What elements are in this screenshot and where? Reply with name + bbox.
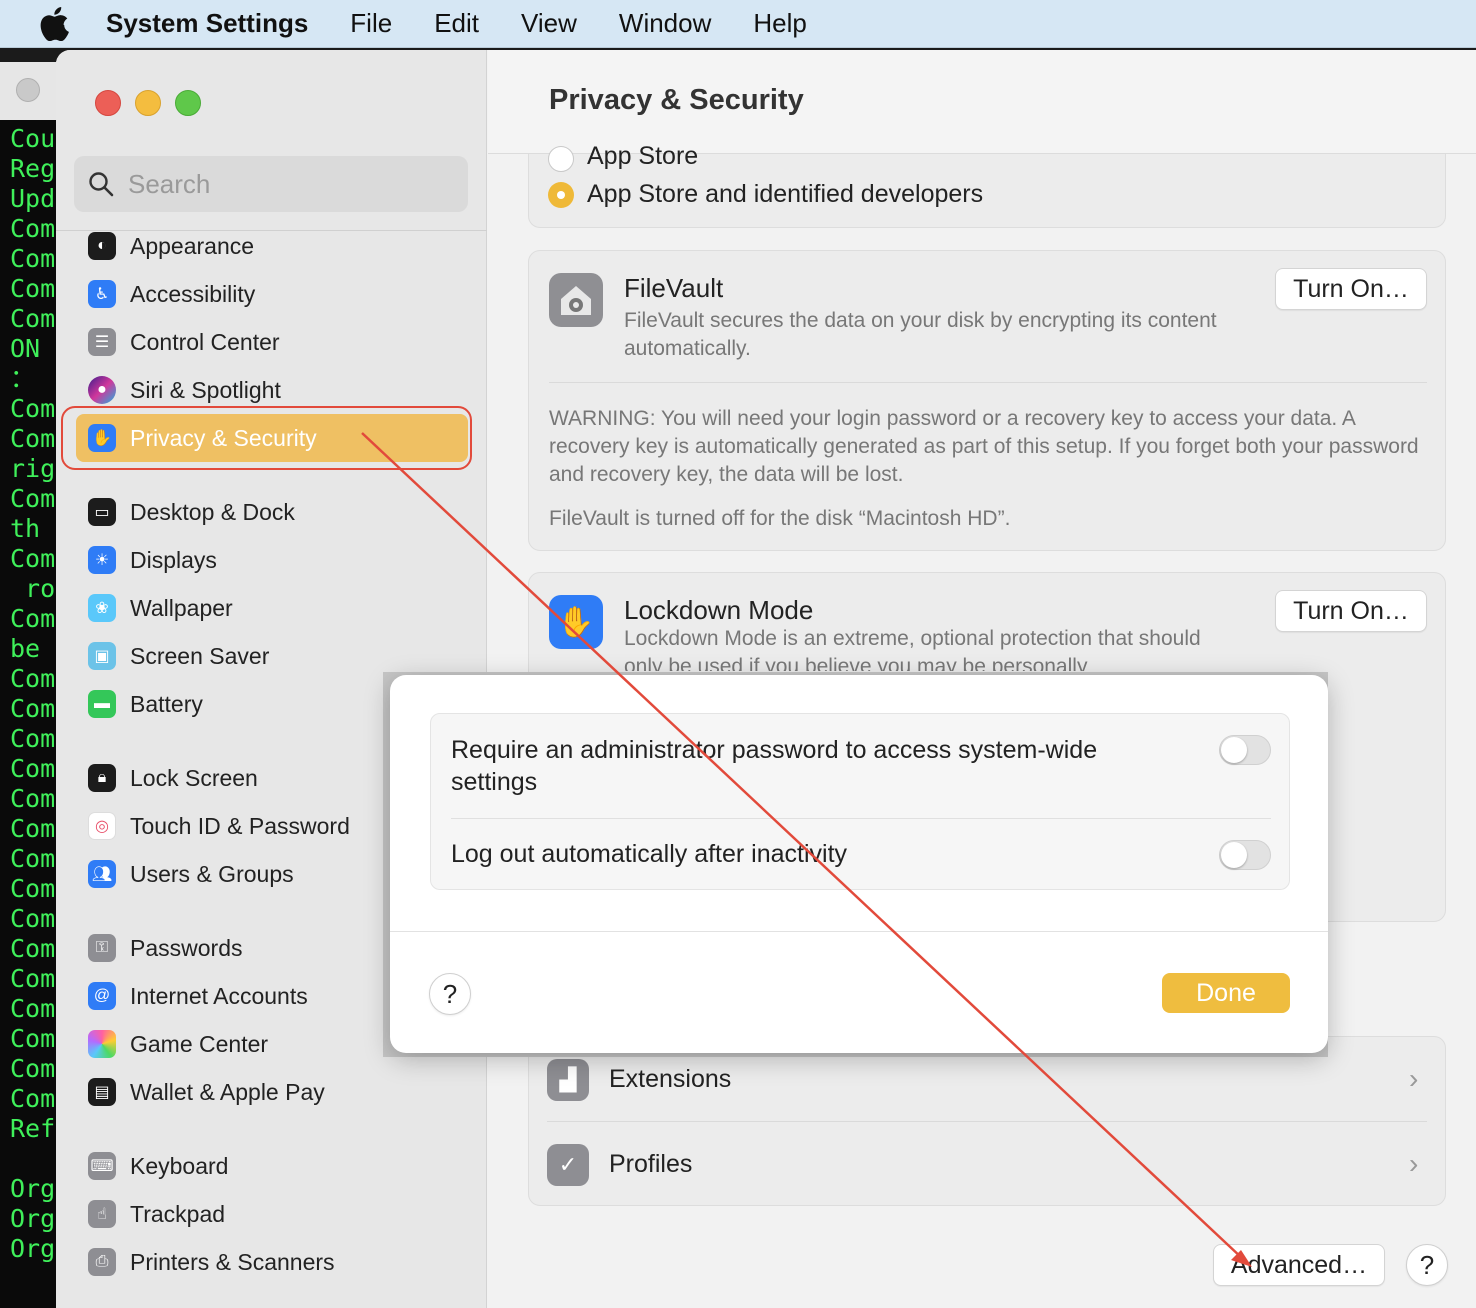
filevault-status: FileVault is turned off for the disk “Ma… (549, 507, 1011, 530)
filevault-divider (549, 382, 1427, 383)
screen-saver-icon: ▣ (88, 642, 116, 670)
window-menu[interactable]: Window (619, 8, 711, 39)
sidebar-item-wallet[interactable]: ▤ Wallet & Apple Pay (76, 1068, 468, 1116)
search-input[interactable] (128, 168, 448, 200)
lockdown-description: Lockdown Mode is an extreme, optional pr… (624, 627, 1201, 671)
lock-screen-icon: 🔒︎ (88, 764, 116, 792)
profiles-chevron-icon: › (1409, 1148, 1419, 1179)
sidebar-item-control-center[interactable]: ☰ Control Center (76, 318, 468, 366)
logout-inactivity-label: Log out automatically after inactivity (451, 840, 848, 868)
control-center-icon: ☰ (88, 328, 116, 356)
desktop-dock-icon: ▭ (88, 498, 116, 526)
passwords-icon: ⚿ (88, 934, 116, 962)
apple-menu-icon[interactable] (34, 4, 74, 44)
app-name-menu[interactable]: System Settings (106, 8, 308, 39)
printers-icon: ⎙ (88, 1248, 116, 1276)
zoom-button[interactable] (175, 90, 201, 116)
close-button[interactable] (95, 90, 121, 116)
radio-app-store-label: App Store (587, 142, 699, 170)
displays-icon: ☀ (88, 546, 116, 574)
menu-bar: System Settings File Edit View Window He… (0, 0, 1476, 48)
allow-apps-card: App Store App Store and identified devel… (528, 142, 1446, 228)
filevault-description: FileVault secures the data on your disk … (624, 309, 1217, 360)
lockdown-hand-icon: ✋ (549, 595, 603, 649)
content-header: Privacy & Security (488, 50, 1476, 154)
sidebar-item-appearance[interactable]: ◐ Appearance (76, 222, 468, 270)
sidebar-item-displays[interactable]: ☀ Displays (76, 536, 468, 584)
lockdown-turn-on-button[interactable]: Turn On… (1275, 590, 1427, 632)
search-field[interactable] (74, 156, 468, 212)
sidebar-item-accessibility[interactable]: ♿ Accessibility (76, 270, 468, 318)
wallpaper-icon: ❀ (88, 594, 116, 622)
filevault-icon (549, 273, 603, 327)
filevault-title: FileVault (624, 273, 724, 303)
profiles-row[interactable]: ✓ Profiles › (529, 1122, 1447, 1206)
advanced-sheet: Require an administrator password to acc… (390, 675, 1328, 1053)
profiles-checkmark-icon: ✓ (547, 1144, 589, 1186)
sidebar-item-keyboard[interactable]: ⌨ Keyboard (76, 1142, 468, 1190)
sidebar-item-trackpad[interactable]: ☝ Trackpad (76, 1190, 468, 1238)
users-groups-icon: 👥︎ (88, 860, 116, 888)
lockdown-title: Lockdown Mode (624, 595, 814, 625)
touch-id-icon: ◎ (88, 812, 116, 840)
view-menu[interactable]: View (521, 8, 577, 39)
help-menu[interactable]: Help (753, 8, 806, 39)
internet-accounts-icon: @ (88, 982, 116, 1010)
siri-icon: ● (88, 376, 116, 404)
radio-identified-developers-label: App Store and identified developers (587, 180, 984, 208)
radio-identified-developers[interactable] (548, 182, 574, 208)
game-center-icon (88, 1030, 116, 1058)
radio-app-store[interactable] (548, 146, 574, 172)
sidebar-item-desktop-dock[interactable]: ▭ Desktop & Dock (76, 488, 468, 536)
wallet-icon: ▤ (88, 1078, 116, 1106)
sidebar-item-wallpaper[interactable]: ❀ Wallpaper (76, 584, 468, 632)
done-button[interactable]: Done (1162, 973, 1290, 1013)
advanced-button[interactable]: Advanced… (1213, 1244, 1385, 1286)
sheet-help-button[interactable]: ? (429, 973, 471, 1015)
accessibility-icon: ♿ (88, 280, 116, 308)
terminal-close-button[interactable] (16, 78, 40, 102)
extensions-chevron-icon: › (1409, 1063, 1419, 1094)
extensions-icon: ▟ (547, 1059, 589, 1101)
annotation-highlight-box (61, 406, 472, 470)
extensions-label: Extensions (609, 1065, 732, 1093)
help-button[interactable]: ? (1406, 1244, 1448, 1286)
logout-inactivity-toggle[interactable] (1219, 840, 1271, 870)
minimize-button[interactable] (135, 90, 161, 116)
sheet-settings-group: Require an administrator password to acc… (430, 713, 1290, 890)
search-icon (89, 172, 114, 197)
require-admin-toggle[interactable] (1219, 735, 1271, 765)
filevault-card: FileVault FileVault secures the data on … (528, 250, 1446, 551)
sheet-footer-divider (390, 931, 1328, 932)
extensions-profiles-card: ▟ Extensions › ✓ Profiles › (528, 1036, 1446, 1206)
filevault-warning: WARNING: You will need your login passwo… (549, 407, 1419, 486)
trackpad-icon: ☝ (88, 1200, 116, 1228)
filevault-turn-on-button[interactable]: Turn On… (1275, 268, 1427, 310)
require-admin-label: Require an administrator password to acc… (451, 736, 1098, 796)
edit-menu[interactable]: Edit (434, 8, 479, 39)
sheet-divider (451, 818, 1271, 819)
profiles-label: Profiles (609, 1150, 693, 1178)
sidebar-item-printers[interactable]: ⎙ Printers & Scanners (76, 1238, 468, 1286)
keyboard-icon: ⌨ (88, 1152, 116, 1180)
appearance-icon: ◐ (88, 232, 116, 260)
file-menu[interactable]: File (350, 8, 392, 39)
battery-icon: ▬ (88, 690, 116, 718)
page-title: Privacy & Security (549, 84, 804, 116)
